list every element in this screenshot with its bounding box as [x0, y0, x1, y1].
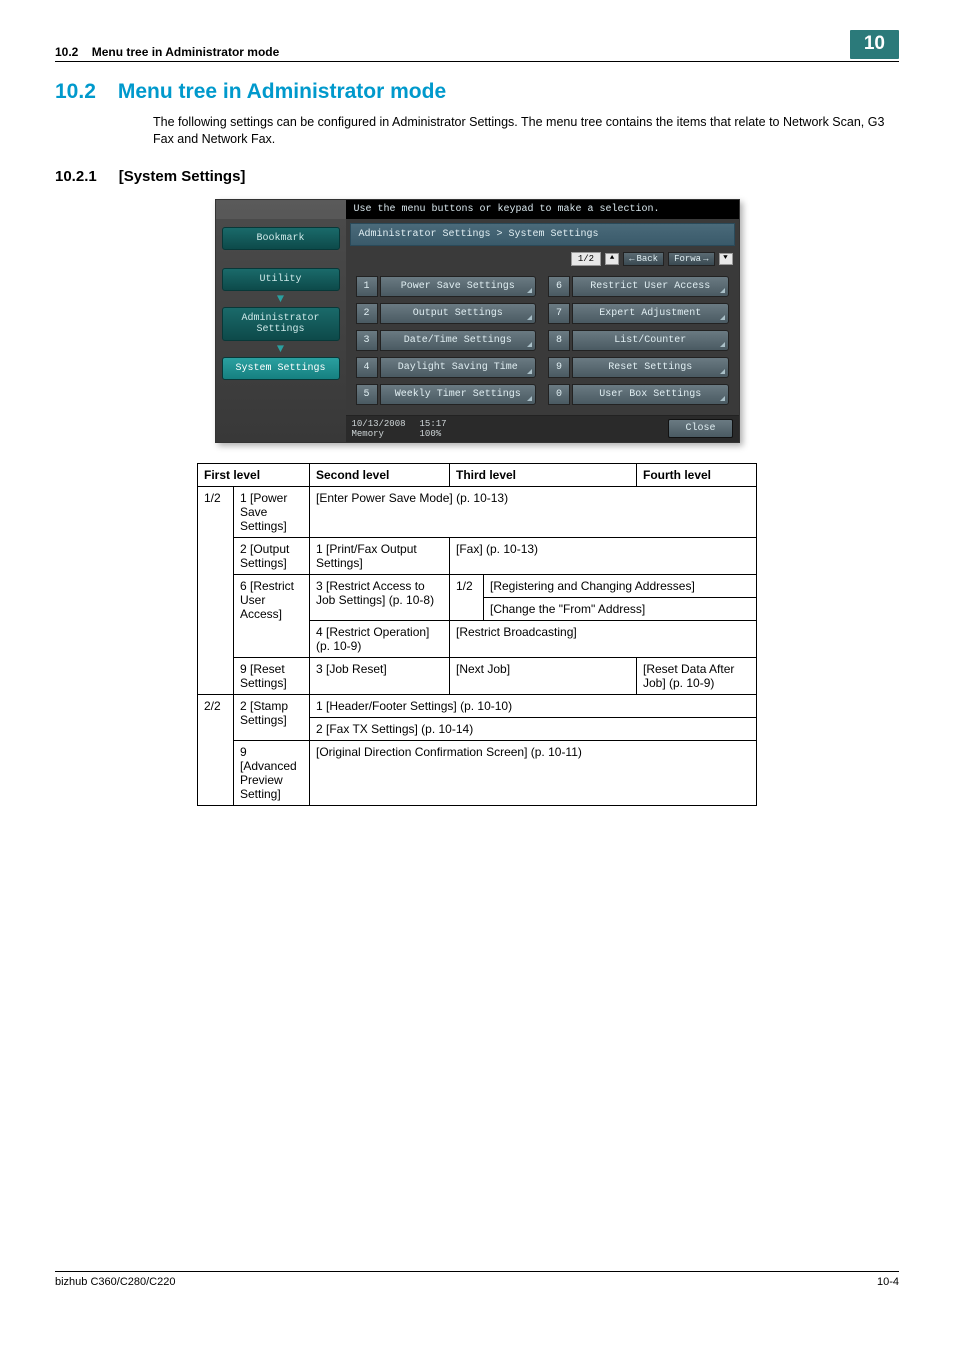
- forward-button[interactable]: Forwa →: [668, 252, 714, 266]
- cell-first: 2 [Stamp Settings]: [234, 694, 310, 740]
- menu-item-datetime[interactable]: Date/Time Settings: [380, 330, 537, 351]
- down-arrow-icon: ▼: [222, 293, 340, 305]
- menu-grid: 1Power Save Settings 6Restrict User Acce…: [346, 270, 739, 415]
- cell-third-page: 1/2: [450, 574, 484, 620]
- intro-paragraph: The following settings can be configured…: [153, 114, 899, 148]
- subsection-heading-title: [System Settings]: [119, 168, 246, 185]
- table-row: 9 [Advanced Preview Setting] [Original D…: [198, 740, 757, 805]
- footer-memory-label: Memory: [352, 429, 406, 439]
- menu-item-output[interactable]: Output Settings: [380, 303, 537, 324]
- menu-num: 3: [356, 330, 378, 351]
- cell-fourth: [Registering and Changing Addresses]: [484, 574, 757, 597]
- screenshot-footer: 10/13/2008 Memory 15:17 100% Close: [346, 415, 739, 442]
- menu-num: 0: [548, 384, 570, 405]
- device-screenshot: Use the menu buttons or keypad to make a…: [215, 199, 740, 443]
- menu-num: 2: [356, 303, 378, 324]
- footer-date: 10/13/2008: [352, 419, 406, 429]
- cell-second: [Original Direction Confirmation Screen]…: [310, 740, 757, 805]
- col-fourth-level: Fourth level: [637, 463, 757, 486]
- cell-first: 9 [Advanced Preview Setting]: [234, 740, 310, 805]
- cell-first: 6 [Restrict User Access]: [234, 574, 310, 657]
- section-heading: 10.2 Menu tree in Administrator mode: [55, 80, 899, 104]
- bookmark-button[interactable]: Bookmark: [222, 227, 340, 250]
- admin-settings-button[interactable]: Administrator Settings: [222, 307, 340, 341]
- menu-item-restrict-user[interactable]: Restrict User Access: [572, 276, 729, 297]
- cell-fourth: [Change the "From" Address]: [484, 597, 757, 620]
- cell-third: [Restrict Broadcasting]: [450, 620, 757, 657]
- screenshot-prompt: Use the menu buttons or keypad to make a…: [346, 200, 739, 219]
- model-label: bizhub C360/C280/C220: [55, 1276, 175, 1288]
- cell-second: 1 [Header/Footer Settings] (p. 10-10): [310, 694, 757, 717]
- breadcrumb: Administrator Settings > System Settings: [350, 223, 735, 246]
- cell-second: 3 [Restrict Access to Job Settings] (p. …: [310, 574, 450, 620]
- page-indicator: 1/2: [571, 252, 601, 266]
- footer-memory-value: 100%: [420, 429, 447, 439]
- cell-second: 4 [Restrict Operation] (p. 10-9): [310, 620, 450, 657]
- cell-second: 3 [Job Reset]: [310, 657, 450, 694]
- col-first-level: First level: [198, 463, 310, 486]
- cell-page: 2/2: [198, 694, 234, 805]
- header-section-num: 10.2: [55, 45, 78, 59]
- page-header: 10.2 Menu tree in Administrator mode 10: [55, 30, 899, 62]
- close-button[interactable]: Close: [668, 419, 732, 438]
- menu-item-dst[interactable]: Daylight Saving Time: [380, 357, 537, 378]
- menu-tree-table: First level Second level Third level Fou…: [197, 463, 757, 806]
- header-section-title: Menu tree in Administrator mode: [92, 45, 280, 59]
- cell-second: 1 [Print/Fax Output Settings]: [310, 537, 450, 574]
- footer-time: 15:17: [420, 419, 447, 429]
- page-footer: bizhub C360/C280/C220 10-4: [55, 1271, 899, 1288]
- table-row: 6 [Restrict User Access] 3 [Restrict Acc…: [198, 574, 757, 597]
- col-second-level: Second level: [310, 463, 450, 486]
- table-row: 9 [Reset Settings] 3 [Job Reset] [Next J…: [198, 657, 757, 694]
- cell-first: 1 [Power Save Settings]: [234, 486, 310, 537]
- chapter-badge: 10: [850, 30, 899, 59]
- cell-page: 1/2: [198, 486, 234, 694]
- screenshot-toolbar: 1/2 ⯅ ← Back Forwa → ⯆: [346, 250, 739, 270]
- utility-button[interactable]: Utility: [222, 268, 340, 291]
- menu-num: 1: [356, 276, 378, 297]
- menu-item-list-counter[interactable]: List/Counter: [572, 330, 729, 351]
- section-heading-num: 10.2: [55, 80, 96, 104]
- menu-num: 8: [548, 330, 570, 351]
- menu-num: 6: [548, 276, 570, 297]
- menu-num: 5: [356, 384, 378, 405]
- cell-third: [Fax] (p. 10-13): [450, 537, 757, 574]
- menu-item-reset[interactable]: Reset Settings: [572, 357, 729, 378]
- section-heading-title: Menu tree in Administrator mode: [118, 80, 446, 104]
- menu-item-weekly-timer[interactable]: Weekly Timer Settings: [380, 384, 537, 405]
- table-row: 1/2 1 [Power Save Settings] [Enter Power…: [198, 486, 757, 537]
- menu-item-user-box[interactable]: User Box Settings: [572, 384, 729, 405]
- table-row: 2/2 2 [Stamp Settings] 1 [Header/Footer …: [198, 694, 757, 717]
- cell-second: [Enter Power Save Mode] (p. 10-13): [310, 486, 757, 537]
- scroll-down-icon[interactable]: ⯆: [719, 253, 733, 265]
- cell-second: 2 [Fax TX Settings] (p. 10-14): [310, 717, 757, 740]
- down-arrow-icon: ▼: [222, 343, 340, 355]
- menu-num: 4: [356, 357, 378, 378]
- menu-num: 9: [548, 357, 570, 378]
- subsection-heading-num: 10.2.1: [55, 168, 97, 185]
- table-row: 2 [Output Settings] 1 [Print/Fax Output …: [198, 537, 757, 574]
- screenshot-sidebar: Bookmark Utility ▼ Administrator Setting…: [216, 219, 346, 442]
- cell-first: 9 [Reset Settings]: [234, 657, 310, 694]
- menu-item-power-save[interactable]: Power Save Settings: [380, 276, 537, 297]
- cell-third: [Next Job]: [450, 657, 637, 694]
- system-settings-button[interactable]: System Settings: [222, 357, 340, 380]
- col-third-level: Third level: [450, 463, 637, 486]
- menu-num: 7: [548, 303, 570, 324]
- cell-first: 2 [Output Settings]: [234, 537, 310, 574]
- cell-fourth: [Reset Data After Job] (p. 10-9): [637, 657, 757, 694]
- scroll-up-icon[interactable]: ⯅: [605, 253, 619, 265]
- page-number: 10-4: [877, 1276, 899, 1288]
- back-button[interactable]: ← Back: [623, 252, 664, 266]
- menu-item-expert[interactable]: Expert Adjustment: [572, 303, 729, 324]
- subsection-heading: 10.2.1 [System Settings]: [55, 168, 899, 185]
